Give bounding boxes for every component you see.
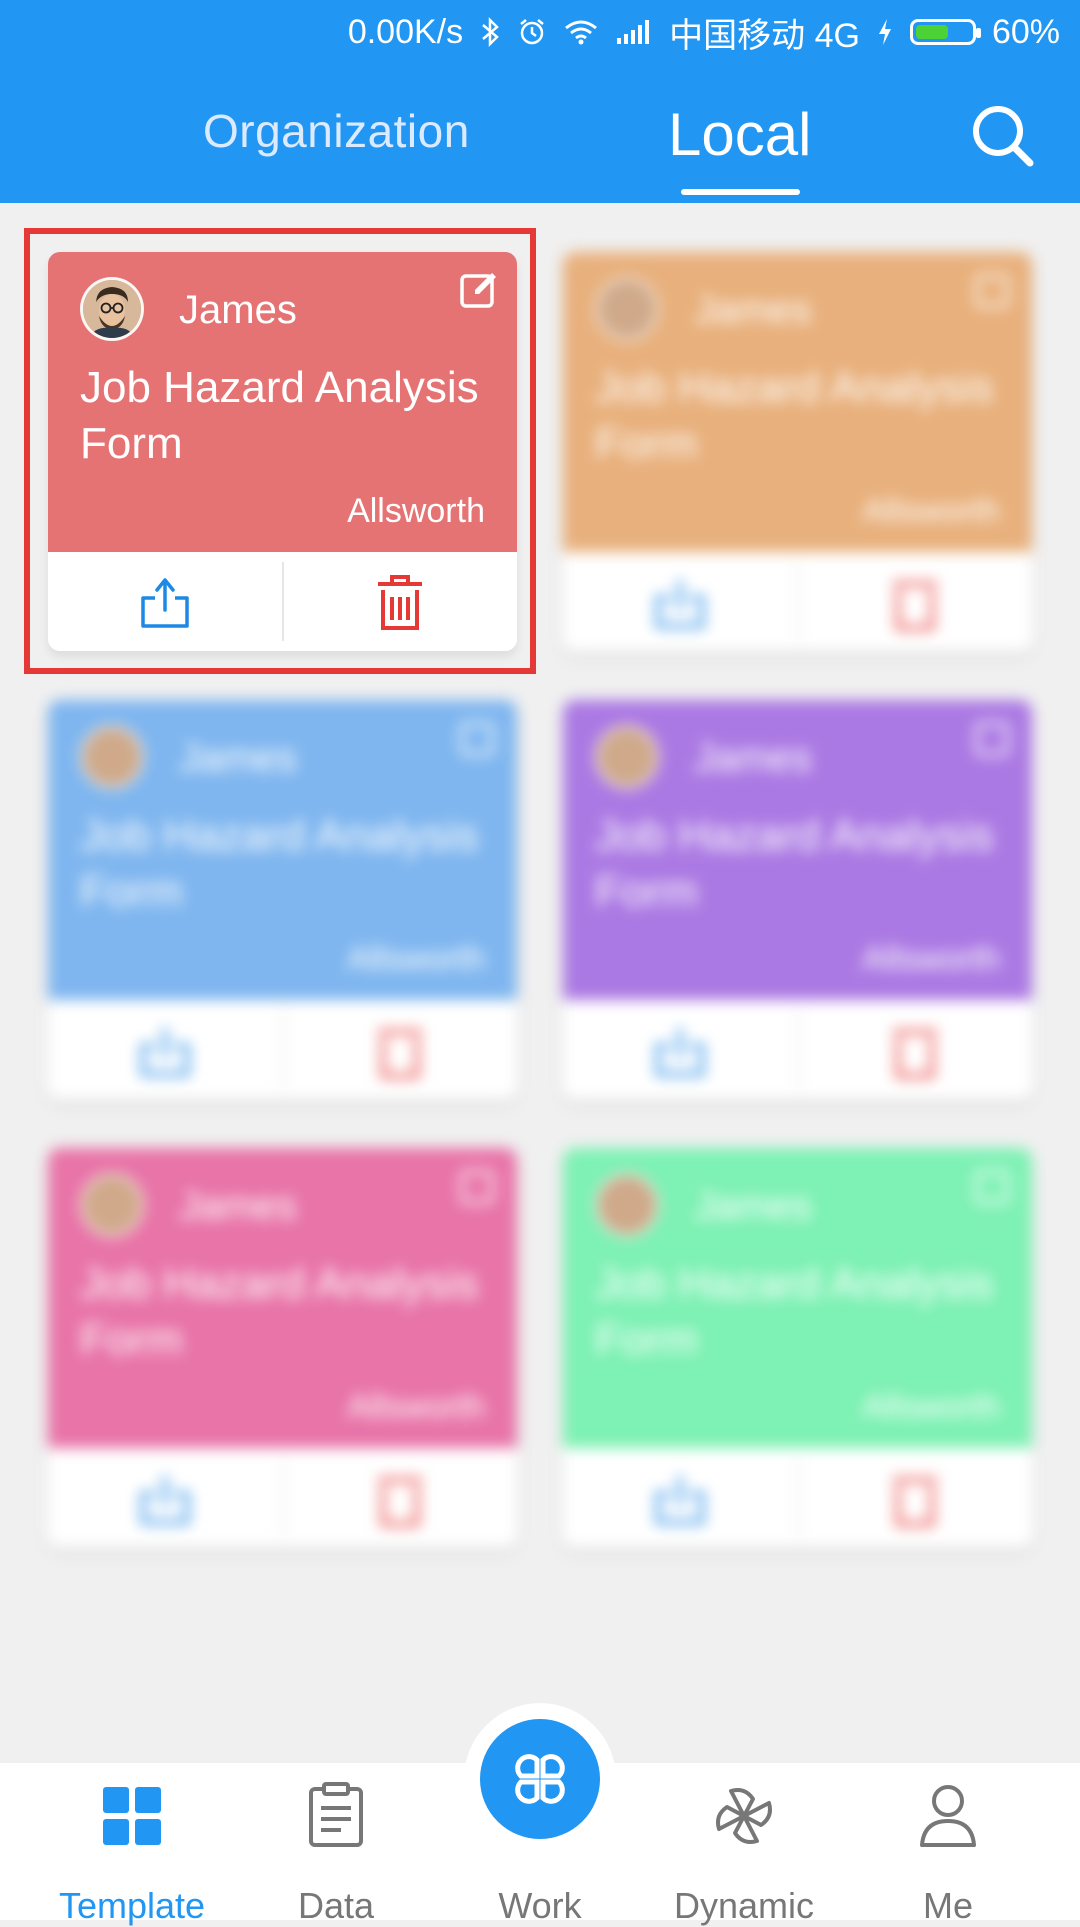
card-actions — [563, 1000, 1032, 1099]
trash-icon — [893, 1477, 938, 1526]
delete-button[interactable] — [799, 1448, 1033, 1547]
trash-icon — [893, 1029, 938, 1078]
card-header[interactable]: James Job Hazard Analysis Form Allsworth — [563, 1148, 1032, 1448]
tab-local[interactable]: Local — [668, 100, 811, 169]
card-company: Allsworth — [347, 940, 485, 978]
card-header[interactable]: James Job Hazard Analysis Form Allsworth — [563, 252, 1032, 552]
edit-icon — [460, 722, 494, 756]
card-author: James — [179, 1184, 297, 1228]
nav-data[interactable]: Data — [256, 1782, 416, 1926]
template-card[interactable]: James Job Hazard Analysis Form Allsworth — [563, 700, 1032, 1099]
edit-button[interactable] — [974, 1166, 1014, 1206]
charging-icon — [876, 17, 894, 47]
bluetooth-icon — [479, 17, 501, 47]
battery-icon — [909, 19, 981, 45]
nav-me[interactable]: Me — [868, 1785, 1028, 1926]
share-button[interactable] — [48, 1448, 282, 1547]
trash-icon — [378, 1477, 423, 1526]
nav-dynamic[interactable]: Dynamic — [664, 1785, 824, 1926]
card-author: James — [694, 288, 812, 332]
wifi-icon — [563, 18, 599, 46]
trash-icon — [893, 581, 938, 630]
card-actions — [48, 1000, 517, 1099]
card-title: Job Hazard Analysis Form — [80, 1259, 479, 1364]
share-button[interactable] — [48, 1000, 282, 1099]
card-title: Job Hazard Analysis Form — [80, 811, 479, 916]
signal-icon — [615, 18, 653, 46]
edit-icon — [975, 1170, 1009, 1204]
avatar — [595, 1173, 659, 1237]
card-title: Job Hazard Analysis Form — [595, 811, 994, 916]
edit-button[interactable] — [974, 270, 1014, 310]
card-actions — [563, 1448, 1032, 1547]
edit-icon — [975, 274, 1009, 308]
card-title: Job Hazard Analysis Form — [595, 1259, 994, 1364]
avatar — [595, 725, 659, 789]
nav-work[interactable]: Work — [460, 1785, 620, 1926]
carrier-label: 中国移动 4G — [669, 16, 860, 55]
edit-button[interactable] — [974, 718, 1014, 758]
nav-label: Work — [498, 1885, 582, 1926]
edit-button[interactable] — [459, 718, 499, 758]
nav-label: Dynamic — [673, 1885, 815, 1926]
card-header[interactable]: James Job Hazard Analysis Form Allsworth — [563, 700, 1032, 1000]
network-speed: 0.00K/s — [347, 12, 464, 51]
delete-button[interactable] — [284, 1448, 518, 1547]
active-tab-indicator — [681, 189, 800, 195]
search-icon — [973, 106, 1034, 167]
card-author: James — [694, 1184, 812, 1228]
card-company: Allsworth — [347, 1388, 485, 1426]
template-card[interactable]: James Job Hazard Analysis Form Allsworth — [563, 252, 1032, 651]
battery-level — [915, 25, 948, 39]
delete-button[interactable] — [799, 1000, 1033, 1099]
clipboard-icon — [309, 1782, 363, 1847]
card-actions — [563, 552, 1032, 651]
highlight-frame — [24, 228, 536, 674]
status-bar: 0.00K/s 中国移动 4G 60% — [347, 10, 1060, 55]
card-company: Allsworth — [862, 492, 1000, 530]
delete-button[interactable] — [284, 1000, 518, 1099]
avatar — [80, 1173, 144, 1237]
card-company: Allsworth — [862, 1388, 1000, 1426]
nav-label: Me — [922, 1885, 973, 1926]
share-icon — [140, 1027, 189, 1076]
trash-icon — [378, 1029, 423, 1078]
delete-button[interactable] — [799, 552, 1033, 651]
pinwheel-icon — [716, 1788, 772, 1844]
card-title: Job Hazard Analysis Form — [595, 363, 994, 468]
nav-template[interactable]: Template — [52, 1785, 212, 1926]
share-icon — [655, 579, 704, 628]
battery-percent: 60% — [991, 12, 1060, 51]
tab-organization[interactable]: Organization — [203, 104, 470, 158]
edit-button[interactable] — [459, 1166, 499, 1206]
card-author: James — [179, 736, 297, 780]
card-author: James — [694, 736, 812, 780]
template-card[interactable]: James Job Hazard Analysis Form Allsworth — [563, 1148, 1032, 1547]
share-button[interactable] — [563, 1000, 797, 1099]
edit-icon — [460, 1170, 494, 1204]
card-header[interactable]: James Job Hazard Analysis Form Allsworth — [48, 1148, 517, 1448]
avatar — [80, 725, 144, 789]
person-icon — [920, 1785, 976, 1847]
card-company: Allsworth — [862, 940, 1000, 978]
template-card[interactable]: James Job Hazard Analysis Form Allsworth — [48, 700, 517, 1099]
nav-label: Template — [58, 1885, 206, 1926]
share-icon — [655, 1475, 704, 1524]
template-icon — [103, 1787, 161, 1845]
nav-label: Data — [297, 1885, 375, 1926]
alarm-clock-icon — [517, 17, 547, 47]
share-button[interactable] — [563, 1448, 797, 1547]
edit-icon — [975, 722, 1009, 756]
share-icon — [655, 1027, 704, 1076]
share-button[interactable] — [563, 552, 797, 651]
top-app-bar: 0.00K/s 中国移动 4G 60% Organization Local — [0, 0, 1080, 203]
avatar — [595, 277, 659, 341]
card-actions — [48, 1448, 517, 1547]
search-button[interactable] — [968, 101, 1038, 171]
share-icon — [140, 1475, 189, 1524]
template-card[interactable]: James Job Hazard Analysis Form Allsworth — [48, 1148, 517, 1547]
card-header[interactable]: James Job Hazard Analysis Form Allsworth — [48, 700, 517, 1000]
